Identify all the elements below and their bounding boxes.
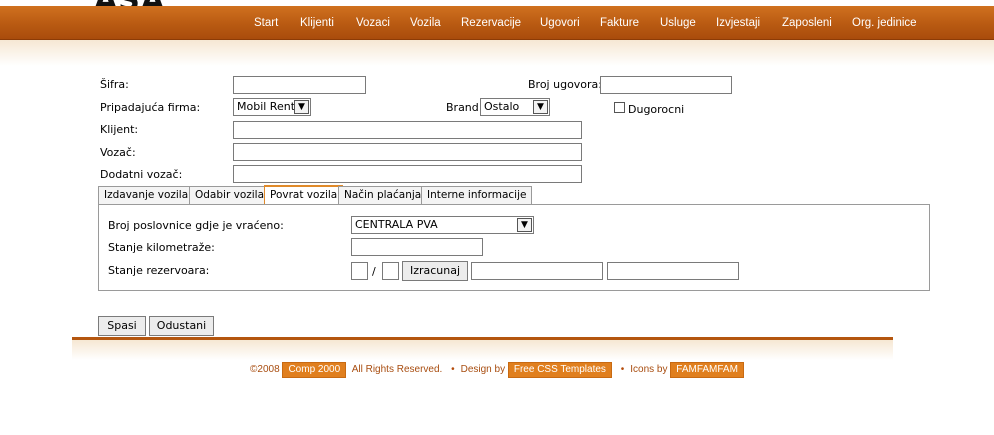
design-by-text: Design by (460, 364, 506, 375)
save-button[interactable]: Spasi (98, 316, 146, 336)
klijent-label: Klijent: (100, 123, 139, 136)
dodatni-vozac-label: Dodatni vozač: (100, 168, 183, 181)
chevron-down-icon: ▼ (533, 100, 548, 114)
sifra-label: Šifra: (100, 78, 129, 91)
dodatni-vozac-input[interactable] (233, 165, 582, 183)
icons-by-text: Icons by (630, 364, 668, 375)
kilometraza-input[interactable] (351, 238, 483, 256)
brand-select[interactable]: Ostalo ▼ (480, 98, 550, 116)
nav-org-jedinice[interactable]: Org. jedinice (852, 6, 917, 40)
rezervoar-slash: / (372, 265, 376, 278)
cancel-button[interactable]: Odustani (149, 316, 214, 336)
nav-start[interactable]: Start (254, 6, 278, 40)
tab-nacin-placanja[interactable]: Način plaćanja (338, 186, 428, 204)
templates-link[interactable]: Free CSS Templates (507, 362, 612, 378)
tab-izdavanje-vozila[interactable]: Izdavanje vozila (98, 186, 195, 204)
chevron-down-icon: ▼ (517, 218, 532, 232)
kilometraza-label: Stanje kilometraže: (108, 241, 215, 254)
nav-vozila[interactable]: Vozila (410, 6, 441, 40)
footer: ©2008 Comp 2000 All Rights Reserved. • De… (0, 362, 994, 378)
broj-ugovora-label: Broj ugovora: (528, 78, 603, 91)
copyright-year: ©2008 (250, 364, 280, 375)
header-fade (0, 40, 994, 66)
poslovnica-label: Broj poslovnice gdje je vraćeno: (108, 219, 284, 232)
famfamfam-link[interactable]: FAMFAMFAM (670, 362, 744, 378)
rezervoar-label: Stanje rezervoara: (108, 264, 210, 277)
nav-rezervacije[interactable]: Rezervacije (461, 6, 521, 40)
nav-usluge[interactable]: Usluge (660, 6, 696, 40)
rights-text: All Rights Reserved. (351, 364, 443, 375)
brand-label: Brand: (446, 101, 483, 114)
chevron-down-icon: ▼ (294, 100, 309, 114)
tab-odabir-vozila[interactable]: Odabir vozila (189, 186, 271, 204)
nav-klijenti[interactable]: Klijenti (300, 6, 334, 40)
company-link[interactable]: Comp 2000 (282, 362, 347, 378)
broj-ugovora-input[interactable] (600, 76, 732, 94)
klijent-input[interactable] (233, 121, 582, 139)
rezervoar-numerator-input[interactable] (351, 262, 368, 280)
tab-povrat-vozila[interactable]: Povrat vozila (264, 185, 344, 204)
firma-select[interactable]: Mobil Rent ▼ (233, 98, 311, 116)
rezervoar-denominator-input[interactable] (382, 262, 399, 280)
nav-ugovori[interactable]: Ugovori (540, 6, 580, 40)
firma-label: Pripadajuća firma: (100, 101, 201, 114)
brand-select-value: Ostalo (484, 100, 520, 113)
footer-fade (72, 340, 893, 360)
footer-bullet: • (451, 364, 455, 375)
vozac-input[interactable] (233, 143, 582, 161)
footer-bullet: • (620, 364, 625, 375)
dugorocni-checkbox[interactable] (614, 102, 625, 113)
tab-interne-informacije[interactable]: Interne informacije (421, 186, 533, 204)
vozac-label: Vozač: (100, 146, 136, 159)
rezervoar-result-input-2[interactable] (607, 262, 739, 280)
sifra-input[interactable] (233, 76, 366, 94)
firma-select-value: Mobil Rent (237, 100, 296, 113)
poslovnica-select[interactable]: CENTRALA PVA ▼ (351, 216, 534, 234)
nav-zaposleni[interactable]: Zaposleni (782, 6, 832, 40)
nav-fakture[interactable]: Fakture (600, 6, 639, 40)
rezervoar-result-input-1[interactable] (471, 262, 603, 280)
nav-izvjestaji[interactable]: Izvjestaji (716, 6, 760, 40)
nav-vozaci[interactable]: Vozaci (356, 6, 390, 40)
poslovnica-select-value: CENTRALA PVA (355, 218, 438, 231)
izracunaj-button[interactable]: Izracunaj (402, 261, 468, 281)
dugorocni-label: Dugorocni (628, 103, 685, 116)
